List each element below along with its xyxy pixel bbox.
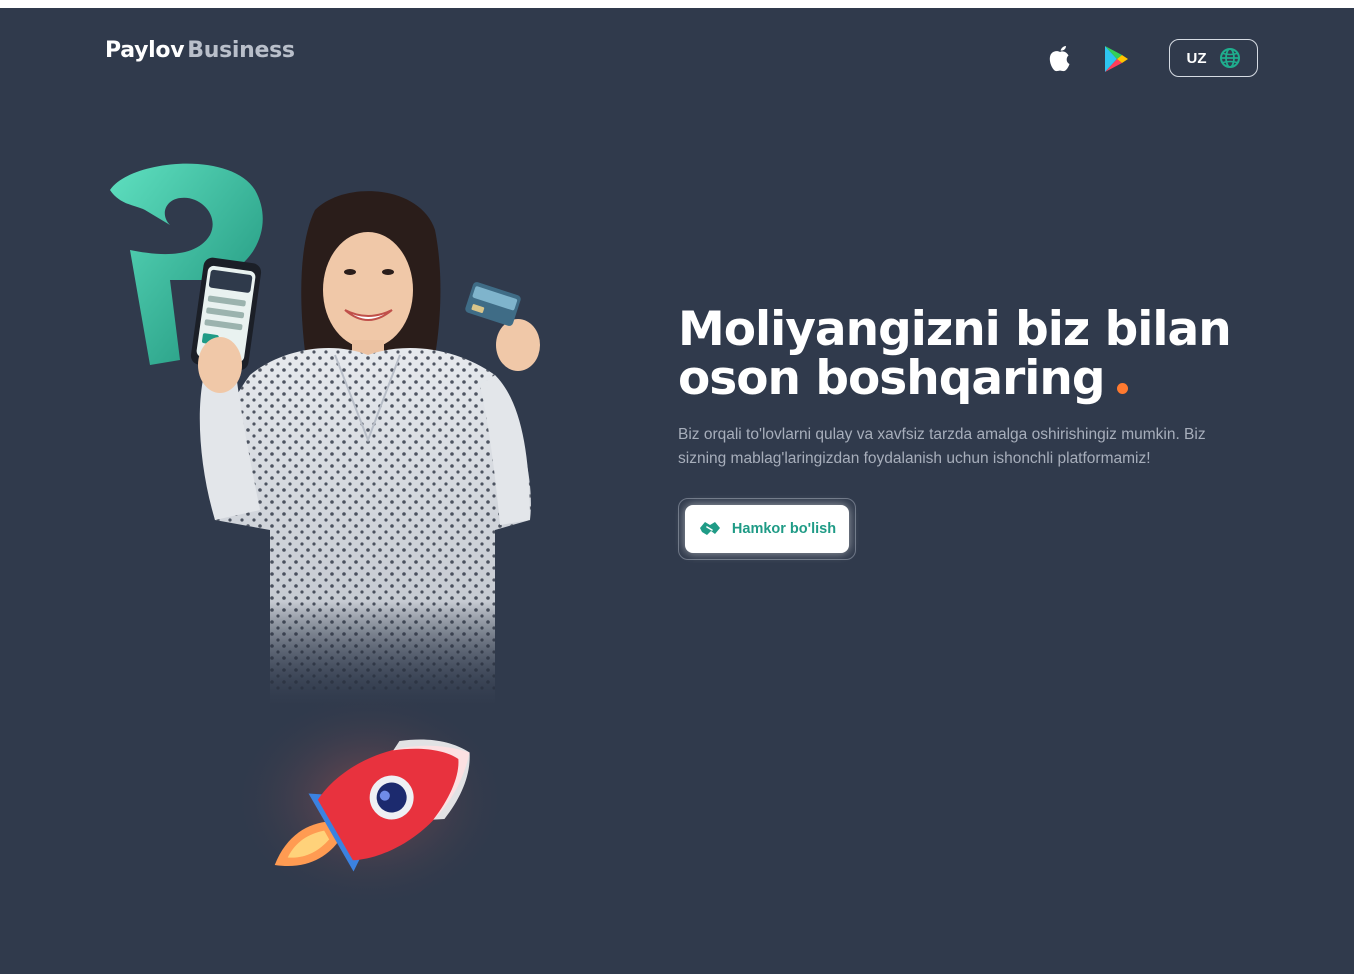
globe-icon [1219, 48, 1240, 68]
become-partner-label: Hamkor bo'lish [731, 521, 837, 537]
language-selector[interactable]: UZ [1169, 39, 1258, 77]
hero-title-line2: oson boshqaring [678, 351, 1105, 406]
google-play-icon [1105, 46, 1128, 72]
become-partner-button[interactable]: Hamkor bo'lish [685, 505, 849, 553]
app-store-link[interactable] [1046, 43, 1074, 73]
logo-secondary-text: Business [187, 38, 295, 63]
orange-dot-icon [1116, 383, 1128, 394]
language-label: UZ [1186, 49, 1207, 67]
hero-title: Moliyangizni biz bilan oson boshqaring [678, 305, 1258, 403]
paylov-business-logo[interactable]: Paylov Business [105, 38, 295, 63]
hero-text-block: Moliyangizni biz bilan oson boshqaring B… [678, 305, 1258, 471]
logo-primary-text: Paylov [105, 38, 185, 63]
google-play-link[interactable] [1103, 45, 1129, 73]
top-strip [0, 0, 1354, 8]
hero-title-line1: Moliyangizni biz bilan [678, 302, 1232, 357]
site-header: Paylov Business UZ [0, 8, 1354, 98]
hero-illustration [110, 163, 540, 910]
handshake-icon [699, 522, 720, 535]
cta-wrapper: Hamkor bo'lish [678, 498, 856, 560]
hero-description: Biz orqali to'lovlarni qulay va xavfsiz … [678, 426, 1206, 467]
apple-icon [1049, 46, 1070, 72]
bank-card-icon [465, 282, 521, 326]
